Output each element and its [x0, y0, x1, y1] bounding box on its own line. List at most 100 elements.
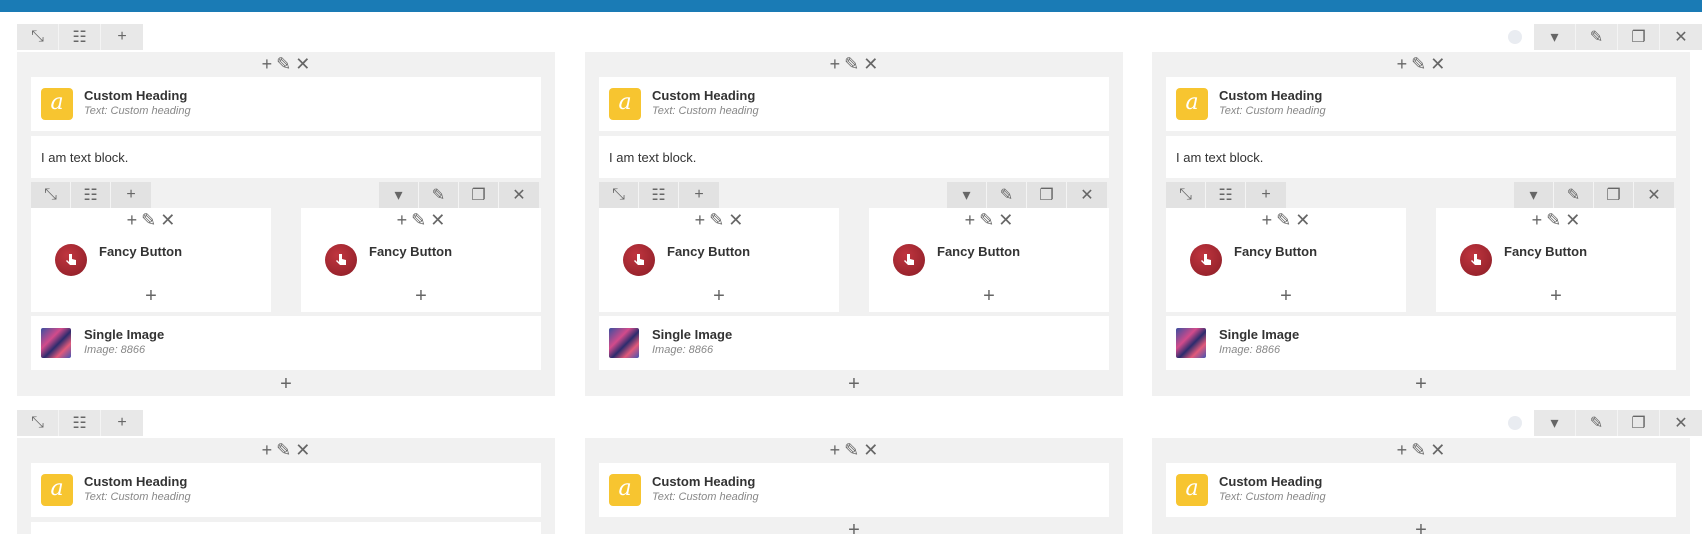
add-element-plus-icon[interactable]: +: [141, 286, 161, 306]
plus-icon[interactable]: +: [1397, 440, 1408, 461]
pencil-icon[interactable]: ✎: [844, 440, 859, 461]
custom-heading-element[interactable]: a Custom Heading Text: Custom heading: [599, 77, 1109, 131]
close-icon[interactable]: ✕: [998, 210, 1013, 231]
element-title[interactable]: Fancy Button: [667, 244, 750, 259]
custom-heading-element[interactable]: a Custom Heading Text: Custom heading: [31, 463, 541, 517]
add-element-plus-icon[interactable]: +: [844, 520, 864, 540]
row-move-button[interactable]: ⤡: [17, 24, 59, 50]
pencil-icon[interactable]: ✎: [1411, 54, 1426, 75]
row-layout-button[interactable]: ☷: [59, 24, 101, 50]
inner-row-toggle-button[interactable]: ▾: [1514, 182, 1554, 208]
inner-row-layout-button[interactable]: ☷: [71, 182, 111, 208]
inner-row-layout-button[interactable]: ☷: [639, 182, 679, 208]
plus-icon[interactable]: +: [830, 440, 841, 461]
single-image-element[interactable]: Single Image Image: 8866: [1166, 316, 1676, 370]
row-add-column-button[interactable]: +: [101, 24, 143, 50]
inner-row-add-button[interactable]: +: [1246, 182, 1286, 208]
single-image-element[interactable]: Single Image Image: 8866: [599, 316, 1109, 370]
inner-row-edit-button[interactable]: ✎: [987, 182, 1027, 208]
text-block-element[interactable]: I am text block.: [31, 136, 541, 178]
inner-row-move-button[interactable]: ⤡: [599, 182, 639, 208]
add-element-plus-icon[interactable]: +: [1411, 374, 1431, 394]
single-image-element[interactable]: Single Image Image: 8866: [31, 316, 541, 370]
inner-row-move-button[interactable]: ⤡: [31, 182, 71, 208]
row-move-button[interactable]: ⤡: [17, 410, 59, 436]
add-element-plus-icon[interactable]: +: [1276, 286, 1296, 306]
close-icon[interactable]: ✕: [430, 210, 445, 231]
close-icon[interactable]: ✕: [295, 440, 310, 461]
text-block-element[interactable]: I am text block.: [599, 136, 1109, 178]
add-element-plus-icon[interactable]: +: [979, 286, 999, 306]
close-icon[interactable]: ✕: [295, 54, 310, 75]
inner-row-delete-button[interactable]: ✕: [1067, 182, 1107, 208]
element-title[interactable]: Fancy Button: [1234, 244, 1317, 259]
custom-heading-element[interactable]: a Custom Heading Text: Custom heading: [1166, 77, 1676, 131]
close-icon[interactable]: ✕: [160, 210, 175, 231]
element-title[interactable]: Fancy Button: [99, 244, 182, 259]
inner-row-add-button[interactable]: +: [111, 182, 151, 208]
row-toggle-button[interactable]: ▾: [1534, 24, 1576, 50]
row-edit-button[interactable]: ✎: [1576, 410, 1618, 436]
add-element-plus-icon[interactable]: +: [709, 286, 729, 306]
plus-icon[interactable]: +: [262, 54, 273, 75]
plus-icon[interactable]: +: [1262, 210, 1273, 231]
close-icon[interactable]: ✕: [863, 54, 878, 75]
plus-icon[interactable]: +: [830, 54, 841, 75]
row-clone-button[interactable]: ❐: [1618, 410, 1660, 436]
close-icon[interactable]: ✕: [1565, 210, 1580, 231]
pencil-icon[interactable]: ✎: [276, 54, 291, 75]
row-delete-button[interactable]: ✕: [1660, 410, 1702, 436]
pencil-icon[interactable]: ✎: [141, 210, 156, 231]
plus-icon[interactable]: +: [965, 210, 976, 231]
pencil-icon[interactable]: ✎: [844, 54, 859, 75]
plus-icon[interactable]: +: [262, 440, 273, 461]
custom-heading-element[interactable]: a Custom Heading Text: Custom heading: [31, 77, 541, 131]
inner-row-clone-button[interactable]: ❐: [1027, 182, 1067, 208]
close-icon[interactable]: ✕: [1430, 54, 1445, 75]
inner-row-edit-button[interactable]: ✎: [419, 182, 459, 208]
inner-row-toggle-button[interactable]: ▾: [379, 182, 419, 208]
text-block-element[interactable]: [31, 522, 541, 534]
row-delete-button[interactable]: ✕: [1660, 24, 1702, 50]
pencil-icon[interactable]: ✎: [979, 210, 994, 231]
pencil-icon[interactable]: ✎: [276, 440, 291, 461]
close-icon[interactable]: ✕: [863, 440, 878, 461]
inner-row-edit-button[interactable]: ✎: [1554, 182, 1594, 208]
pencil-icon[interactable]: ✎: [1276, 210, 1291, 231]
close-icon[interactable]: ✕: [1295, 210, 1310, 231]
pencil-icon[interactable]: ✎: [1411, 440, 1426, 461]
inner-row-add-button[interactable]: +: [679, 182, 719, 208]
add-element-plus-icon[interactable]: +: [1546, 286, 1566, 306]
inner-row-delete-button[interactable]: ✕: [1634, 182, 1674, 208]
close-icon[interactable]: ✕: [1430, 440, 1445, 461]
plus-icon[interactable]: +: [127, 210, 138, 231]
row-layout-button[interactable]: ☷: [59, 410, 101, 436]
plus-icon[interactable]: +: [1397, 54, 1408, 75]
row-edit-button[interactable]: ✎: [1576, 24, 1618, 50]
close-icon[interactable]: ✕: [728, 210, 743, 231]
pencil-icon[interactable]: ✎: [709, 210, 724, 231]
inner-row-clone-button[interactable]: ❐: [1594, 182, 1634, 208]
inner-row-layout-button[interactable]: ☷: [1206, 182, 1246, 208]
element-title[interactable]: Fancy Button: [937, 244, 1020, 259]
custom-heading-element[interactable]: a Custom Heading Text: Custom heading: [599, 463, 1109, 517]
pencil-icon[interactable]: ✎: [411, 210, 426, 231]
element-title[interactable]: Fancy Button: [369, 244, 452, 259]
add-element-plus-icon[interactable]: +: [411, 286, 431, 306]
element-title[interactable]: Fancy Button: [1504, 244, 1587, 259]
inner-row-toggle-button[interactable]: ▾: [947, 182, 987, 208]
pencil-icon[interactable]: ✎: [1546, 210, 1561, 231]
plus-icon[interactable]: +: [1532, 210, 1543, 231]
inner-row-move-button[interactable]: ⤡: [1166, 182, 1206, 208]
row-toggle-button[interactable]: ▾: [1534, 410, 1576, 436]
plus-icon[interactable]: +: [695, 210, 706, 231]
plus-icon[interactable]: +: [397, 210, 408, 231]
inner-row-delete-button[interactable]: ✕: [499, 182, 539, 208]
add-element-plus-icon[interactable]: +: [276, 374, 296, 394]
add-element-plus-icon[interactable]: +: [844, 374, 864, 394]
row-add-column-button[interactable]: +: [101, 410, 143, 436]
add-element-plus-icon[interactable]: +: [1411, 520, 1431, 540]
inner-row-clone-button[interactable]: ❐: [459, 182, 499, 208]
text-block-element[interactable]: I am text block.: [1166, 136, 1676, 178]
row-clone-button[interactable]: ❐: [1618, 24, 1660, 50]
